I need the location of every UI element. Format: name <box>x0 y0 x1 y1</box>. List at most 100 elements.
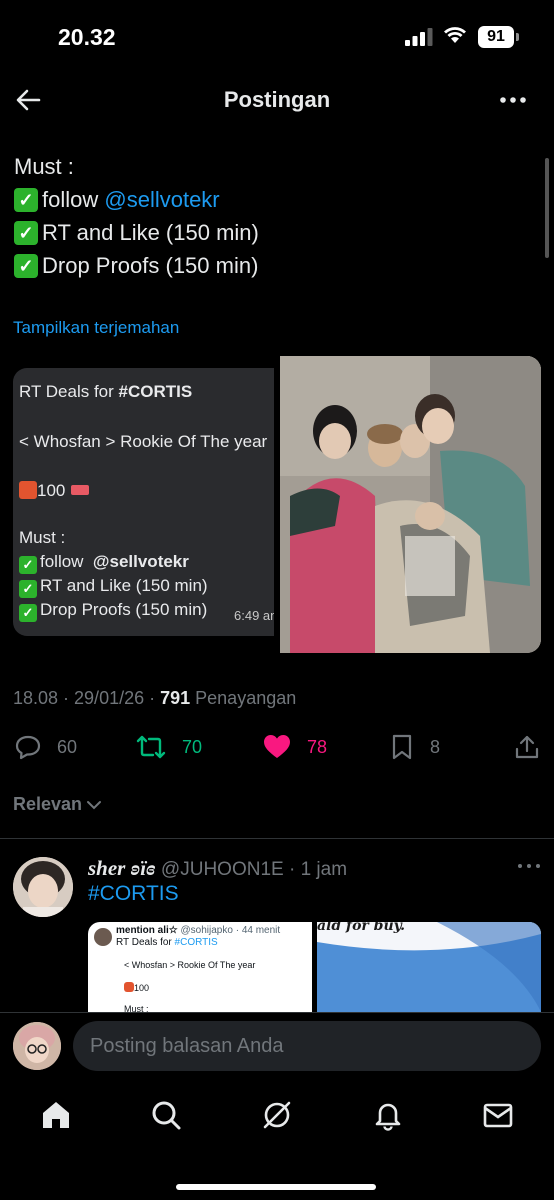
media-card-rt: ✓ RT and Like (150 min) <box>19 576 208 598</box>
media-card-follow: ✓ follow @sellvotekr <box>19 552 189 574</box>
media-card-follow-prefix: follow <box>40 552 89 571</box>
check-mark-icon: ✓ <box>19 604 37 622</box>
like-count: 78 <box>307 736 328 757</box>
signal-icon <box>405 28 433 46</box>
reply-image-text: ald for buy. <box>317 922 406 934</box>
mention-link[interactable]: @sellvotekr <box>104 183 219 216</box>
avatar[interactable] <box>13 857 73 917</box>
home-indicator <box>176 1184 376 1190</box>
media-card-title-prefix: RT Deals for <box>19 382 119 401</box>
share-button[interactable] <box>514 734 554 760</box>
tweet-line-text: Drop Proofs (150 min) <box>42 253 259 278</box>
media-image-group-photo[interactable] <box>280 356 541 653</box>
tweet-line-text: RT and Like (150 min) <box>42 220 259 245</box>
media-card-follow-handle: @sellvotekr <box>92 552 189 571</box>
ticket-icon <box>71 485 90 495</box>
search-icon[interactable] <box>150 1099 182 1131</box>
sort-label: Relevan <box>13 794 83 814</box>
top-navigation: Postingan <box>0 70 554 130</box>
tweet-meta: 18.08 · 29/01/26 · 791 Penayangan <box>13 688 296 709</box>
media-card-title: RT Deals for #CORTIS <box>19 382 192 402</box>
retweet-icon <box>136 735 166 759</box>
wifi-icon <box>444 27 466 43</box>
media-card-drop: ✓ Drop Proofs (150 min) <box>19 600 207 622</box>
media-card-amount: 100 <box>19 481 90 501</box>
reply-icon <box>15 735 41 760</box>
show-translation-link[interactable]: Tampilkan terjemahan <box>13 318 179 338</box>
messages-envelope-icon[interactable] <box>482 1099 514 1131</box>
views-count: 791 <box>160 688 191 708</box>
media-card-amount-value: 100 <box>37 481 66 500</box>
quoted-title-prefix: RT Deals for <box>116 937 175 948</box>
battery-indicator: 91 <box>478 26 514 48</box>
tweet-line-rt: ✓ RT and Like (150 min) <box>14 216 534 249</box>
like-button[interactable]: 78 <box>263 734 327 760</box>
status-time: 20.32 <box>58 24 116 50</box>
check-mark-icon: ✓ <box>14 253 38 278</box>
reply-media-image[interactable]: ald for buy. <box>317 922 541 1012</box>
check-mark-icon: ✓ <box>14 187 38 212</box>
reply-handle-time: @JUHOON1E · 1 jam <box>155 859 348 880</box>
quoted-must: Must : <box>124 1004 149 1012</box>
quoted-author-meta: @sohijapko · 44 menit <box>180 925 281 936</box>
scrollbar[interactable] <box>545 158 549 258</box>
reply-input[interactable]: Posting balasan Anda <box>73 1021 541 1071</box>
tweet-line-follow: ✓ follow @sellvotekr <box>14 183 534 216</box>
reply-media-screenshot[interactable]: mention ali☆ @sohijapko · 44 menit RT De… <box>88 922 312 1012</box>
bookmark-button[interactable]: 8 <box>390 734 440 760</box>
reply-button[interactable]: 60 <box>15 734 77 760</box>
retweet-count: 70 <box>182 736 203 757</box>
media-card-must: Must : <box>19 528 66 547</box>
quoted-author-name: mention ali☆ <box>116 925 178 936</box>
quoted-amount: 100 <box>124 982 149 993</box>
more-options-icon[interactable] <box>516 858 542 874</box>
media-card-rt-text: RT and Like (150 min) <box>40 576 208 595</box>
media-card-drop-text: Drop Proofs (150 min) <box>40 600 208 619</box>
views-label: Penayangan <box>190 688 297 708</box>
quoted-header: mention ali☆ @sohijapko · 44 menit <box>116 925 280 936</box>
reply-author[interactable]: sher ʚïɞ @JUHOON1E · 1 jam <box>88 856 347 881</box>
avatar-image <box>13 1022 61 1070</box>
reply-hashtag[interactable]: #CORTIS <box>88 882 179 906</box>
retweet-button[interactable]: 70 <box>136 734 202 760</box>
share-icon <box>515 735 539 759</box>
avatar <box>94 928 112 946</box>
media-card-subtitle: < Whosfan > Rookie Of The year <box>19 432 268 451</box>
tweet-actions: 60 70 78 8 <box>0 730 554 766</box>
quoted-title: RT Deals for #CORTIS <box>116 937 218 948</box>
divider <box>0 838 554 839</box>
battery-tip <box>516 33 519 41</box>
reply-count: 60 <box>57 736 78 757</box>
notifications-bell-icon[interactable] <box>372 1099 404 1131</box>
avatar[interactable] <box>13 1022 61 1070</box>
reply-display-name: sher ʚïɞ <box>88 856 156 880</box>
tweet-line-text: Must : <box>14 154 74 179</box>
check-mark-icon: ✓ <box>19 556 37 574</box>
media-image-screenshot[interactable]: RT Deals for #CORTIS < Whosfan > Rookie … <box>13 368 274 636</box>
quoted-line: < Whosfan > Rookie Of The year <box>124 960 256 970</box>
heart-filled-icon <box>264 735 290 758</box>
quoted-amount-value: 100 <box>134 983 150 993</box>
group-photo-illustration <box>280 356 541 653</box>
page-title: Postingan <box>223 87 331 112</box>
grok-icon[interactable] <box>261 1099 293 1131</box>
tweet-line-text: follow <box>42 187 99 212</box>
home-icon[interactable] <box>40 1099 72 1131</box>
bookmark-count: 8 <box>430 736 441 757</box>
bottom-tab-bar <box>0 1084 554 1200</box>
more-options-icon[interactable] <box>498 86 528 114</box>
gift-icon <box>19 481 37 499</box>
check-mark-icon: ✓ <box>19 580 37 598</box>
quoted-title-tag: #CORTIS <box>174 937 218 948</box>
sort-dropdown[interactable]: Relevan <box>13 794 103 815</box>
tweet-timestamp: 18.08 · 29/01/26 · <box>13 688 161 708</box>
tweet-line-drop: ✓ Drop Proofs (150 min) <box>14 249 534 282</box>
avatar-image <box>13 857 73 917</box>
status-bar: 20.32 91 <box>0 0 554 70</box>
chevron-down-icon <box>87 800 102 809</box>
gift-icon <box>124 982 134 992</box>
media-card-time: 6:49 am <box>234 608 274 623</box>
tweet-line-must: Must : <box>14 150 534 183</box>
check-mark-icon: ✓ <box>14 220 38 245</box>
reply-image-illustration <box>317 922 541 1012</box>
